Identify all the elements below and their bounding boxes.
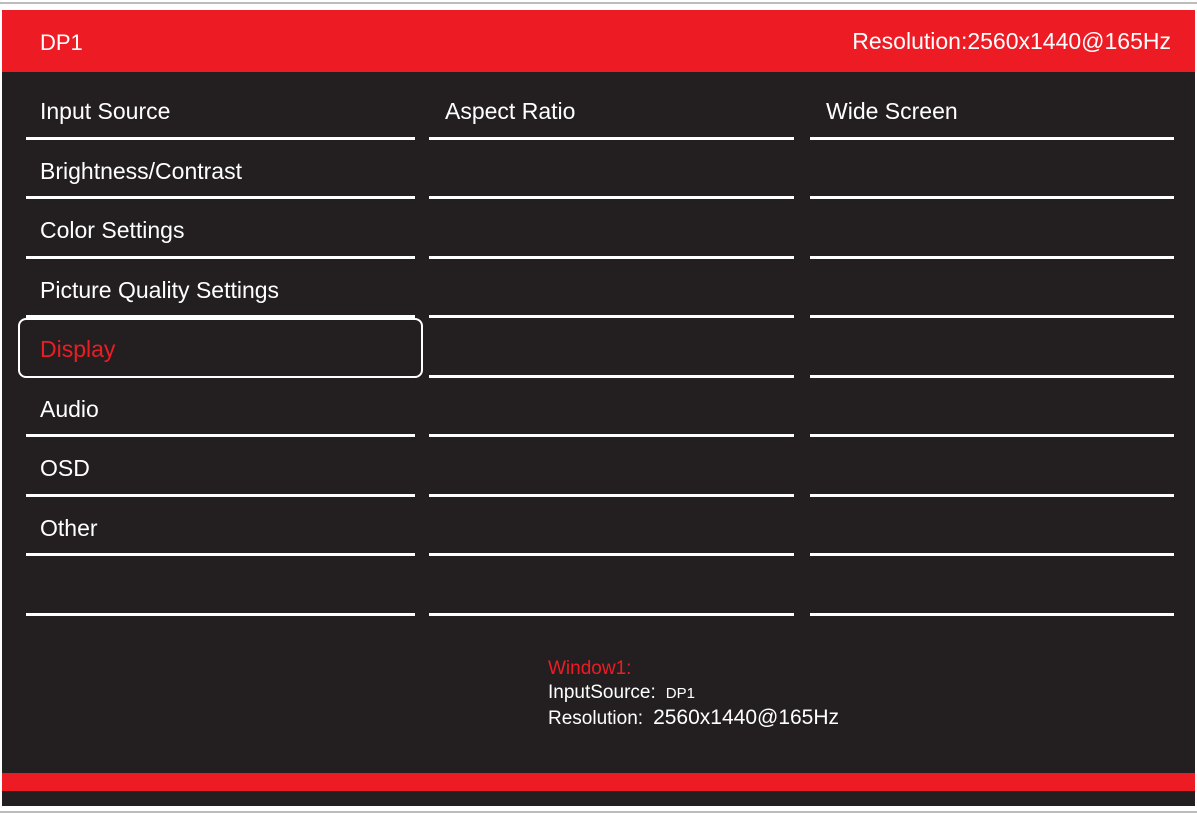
- submenu-item-empty: [429, 318, 794, 378]
- menu-item-osd[interactable]: OSD: [26, 437, 415, 497]
- input-source-label: InputSource:: [548, 682, 656, 703]
- menu-item-label: Input Source: [40, 98, 171, 124]
- osd-window: DP1 Resolution:2560x1440@165Hz Input Sou…: [2, 10, 1195, 806]
- input-source-indicator: DP1: [40, 30, 83, 55]
- submenu-item-aspect-ratio[interactable]: Aspect Ratio: [429, 80, 794, 140]
- options-menu: Wide Screen: [810, 80, 1174, 616]
- option-item-empty: [810, 199, 1174, 259]
- menu-item-other[interactable]: Other: [26, 497, 415, 556]
- osd-header: DP1 Resolution:2560x1440@165Hz: [2, 10, 1195, 72]
- bottom-rule: [0, 811, 1197, 813]
- submenu-item-empty: [429, 259, 794, 318]
- option-item-empty: [810, 378, 1174, 437]
- menu-item-brightness-contrast[interactable]: Brightness/Contrast: [26, 140, 415, 199]
- divider: [26, 612, 415, 616]
- submenu-item-empty: [429, 556, 794, 616]
- input-source-value: DP1: [665, 685, 695, 702]
- menu-item-color-settings[interactable]: Color Settings: [26, 199, 415, 259]
- window-info-input-source: InputSource: DP1: [548, 680, 839, 707]
- resolution-indicator: Resolution:2560x1440@165Hz: [852, 28, 1171, 54]
- menu-item-label: Picture Quality Settings: [40, 276, 280, 303]
- submenu-item-empty: [429, 497, 794, 556]
- window-info-title: Window1:: [548, 658, 632, 679]
- resolution-value: 2560x1440@165Hz: [653, 706, 840, 729]
- option-item-empty: [810, 318, 1174, 378]
- option-item-empty: [810, 437, 1174, 497]
- option-item-empty: [810, 140, 1174, 199]
- option-item-empty: [810, 259, 1174, 318]
- submenu-item-label: Aspect Ratio: [445, 98, 576, 124]
- option-item-empty: [810, 497, 1174, 556]
- menu-item-label: Color Settings: [40, 217, 185, 243]
- option-item-wide-screen[interactable]: Wide Screen: [810, 80, 1174, 140]
- submenu-item-empty: [429, 199, 794, 259]
- option-item-label: Wide Screen: [826, 98, 958, 124]
- menu-item-display[interactable]: Display: [18, 318, 423, 378]
- menu-item-label: OSD: [40, 455, 90, 481]
- menu-item-empty: [26, 556, 415, 616]
- osd-footer-bar: [2, 773, 1195, 791]
- divider: [810, 612, 1174, 616]
- top-rule: [0, 2, 1197, 4]
- submenu-item-empty: [429, 378, 794, 437]
- window-info-resolution: Resolution: 2560x1440@165Hz: [548, 707, 839, 730]
- menu-item-label: Other: [40, 514, 98, 541]
- menu-item-label: Display: [40, 336, 116, 362]
- menu-item-input-source[interactable]: Input Source: [26, 80, 415, 140]
- menu-item-picture-quality-settings[interactable]: Picture Quality Settings: [26, 259, 415, 318]
- menu-item-audio[interactable]: Audio: [26, 378, 415, 437]
- option-item-empty: [810, 556, 1174, 616]
- menu-item-label: Audio: [40, 395, 99, 422]
- main-menu: Input Source Brightness/Contrast Color S…: [18, 80, 423, 616]
- menu-item-label: Brightness/Contrast: [40, 157, 242, 184]
- submenu-item-empty: [429, 437, 794, 497]
- submenu: Aspect Ratio: [429, 80, 794, 616]
- resolution-label: Resolution:: [548, 708, 644, 729]
- page: DP1 Resolution:2560x1440@165Hz Input Sou…: [0, 0, 1197, 816]
- submenu-item-empty: [429, 140, 794, 199]
- window-info-panel: Window1: InputSource: DP1 Resolution: 2560…: [548, 658, 839, 730]
- divider: [429, 612, 794, 616]
